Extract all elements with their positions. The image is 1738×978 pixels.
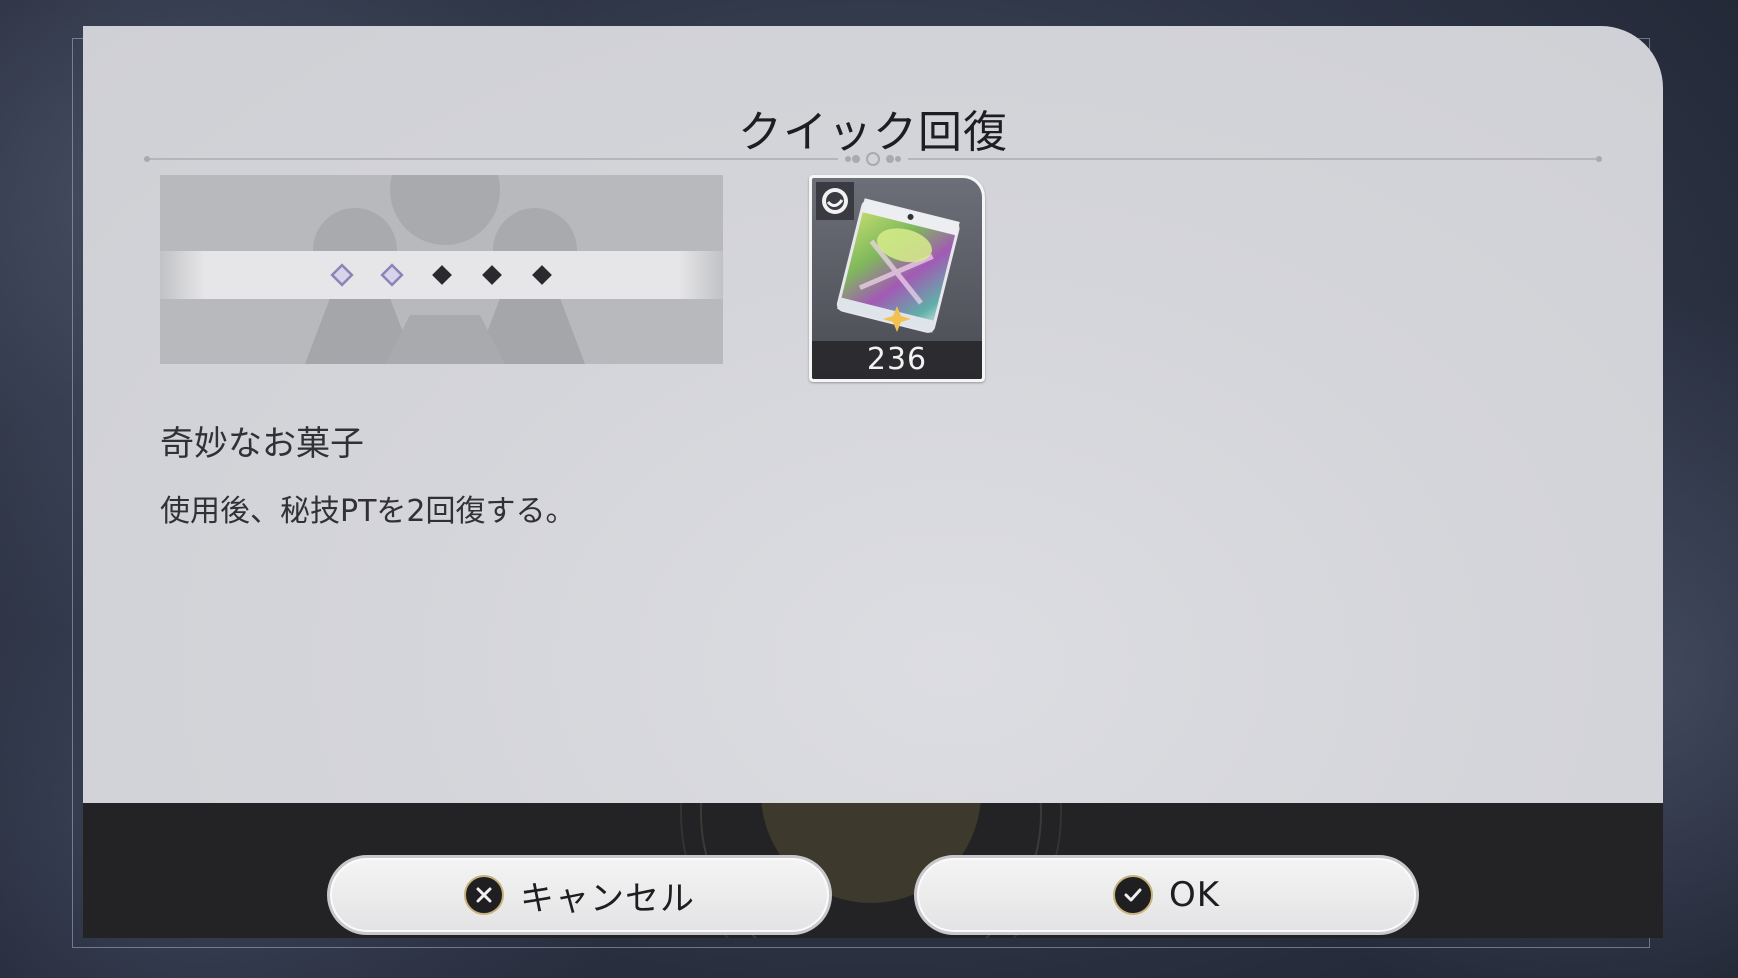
technique-point-filled-icon <box>379 263 404 287</box>
title-divider <box>144 152 1602 166</box>
technique-portrait <box>160 175 723 364</box>
technique-point-filled-icon <box>329 263 354 287</box>
item-name: 奇妙なお菓子 <box>160 424 364 464</box>
technique-point-empty-icon <box>431 265 452 285</box>
ok-button-label: OK <box>1168 875 1221 915</box>
item-card[interactable]: 236 <box>809 175 985 382</box>
quick-recovery-dialog: クイック回復 236 奇妙なお菓子 使用後、秘技PTを2回復する。 キャンセル … <box>83 26 1663 938</box>
dialog-footer: キャンセル OK <box>83 803 1663 938</box>
check-icon <box>1112 875 1153 915</box>
item-description: 使用後、秘技PTを2回復する。 <box>160 494 576 529</box>
footer-ornament <box>680 803 1062 938</box>
item-count: 236 <box>812 341 982 379</box>
close-icon <box>464 875 504 915</box>
technique-point-empty-icon <box>481 265 502 285</box>
technique-point-empty-icon <box>531 265 552 285</box>
rarity-badge-icon <box>816 182 854 220</box>
technique-points-bar <box>160 251 723 299</box>
cancel-button-label: キャンセル <box>520 878 695 919</box>
cancel-button[interactable]: キャンセル <box>327 855 832 935</box>
ok-button[interactable]: OK <box>914 855 1419 935</box>
item-card-inner: 236 <box>812 178 982 379</box>
